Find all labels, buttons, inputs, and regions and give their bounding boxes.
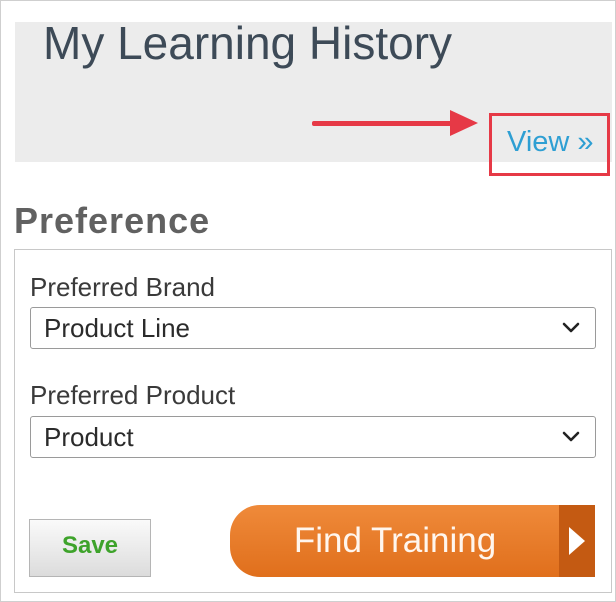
view-history-link[interactable]: View »	[507, 126, 594, 159]
preferred-brand-value: Product Line	[44, 313, 190, 343]
chevron-down-icon	[562, 431, 580, 442]
learning-history-title: My Learning History	[43, 17, 453, 69]
find-training-label: Find Training	[293, 521, 497, 560]
preferred-product-select[interactable]: Product	[30, 416, 596, 458]
arrow-right-icon	[450, 110, 478, 136]
save-button[interactable]: Save	[29, 519, 151, 577]
preferred-product-value: Product	[44, 422, 134, 452]
find-training-arrow-tab	[559, 505, 595, 577]
find-training-button[interactable]: Find Training	[230, 505, 595, 577]
preferred-product-label: Preferred Product	[30, 380, 236, 410]
preference-heading: Preference	[14, 200, 211, 241]
save-button-label: Save	[61, 532, 119, 559]
preferred-brand-select[interactable]: Product Line	[30, 307, 596, 349]
play-icon	[569, 527, 585, 555]
annotation-arrow-icon	[312, 121, 454, 126]
chevron-down-icon	[562, 322, 580, 333]
preferred-brand-label: Preferred Brand	[30, 272, 215, 302]
